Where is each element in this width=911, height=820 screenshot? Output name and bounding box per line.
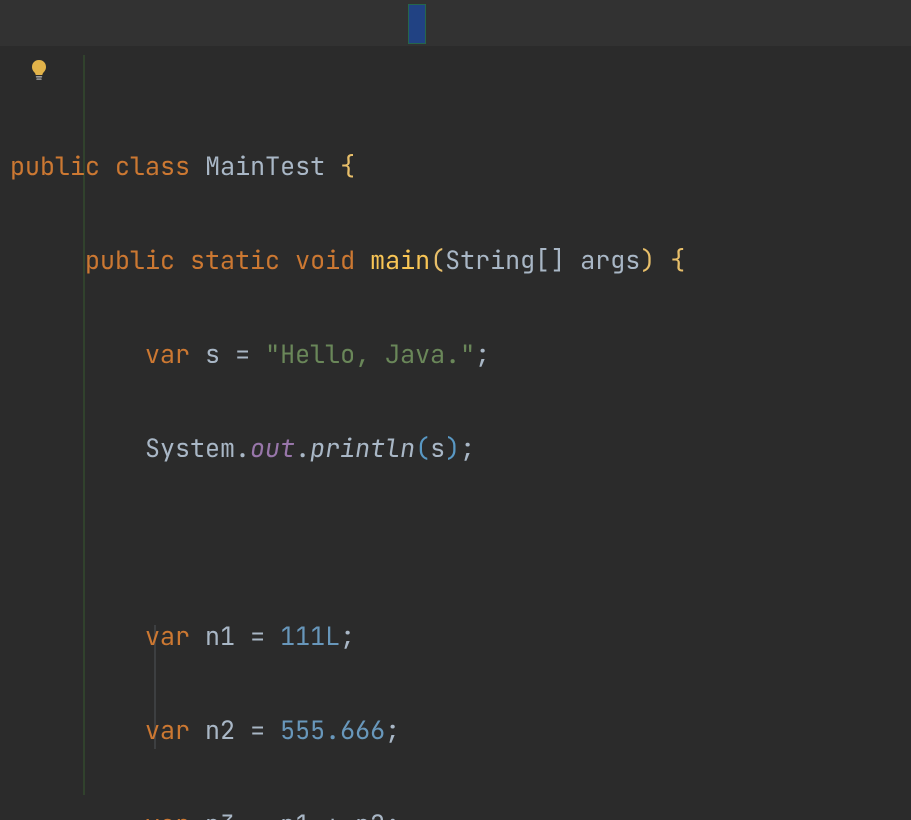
code-line-6: var n1 = 111L; (0, 613, 911, 660)
class-ref: System (145, 431, 235, 465)
code-line-5 (0, 519, 911, 566)
code-line-4: System.out.println(s); (0, 425, 911, 472)
class-name: MainTest (205, 149, 325, 183)
op: = (250, 619, 265, 653)
keyword: public (85, 243, 175, 277)
var: n1 (280, 807, 310, 820)
op: + (325, 807, 340, 820)
var: n2 (355, 807, 385, 820)
code-lines: public class MainTest { public static vo… (0, 96, 911, 820)
brackets: [] (535, 243, 565, 277)
semi: ; (340, 619, 355, 653)
var: n3 (205, 807, 235, 820)
type: String (445, 243, 535, 277)
code-line-7: var n2 = 555.666; (0, 707, 911, 754)
brace: { (670, 243, 685, 277)
brace: { (340, 149, 355, 183)
semi: ; (385, 713, 400, 747)
dot: . (295, 431, 310, 465)
code-line-2: public static void main(String[] args) { (0, 237, 911, 284)
semi: ; (475, 337, 490, 371)
method-call: println (310, 431, 415, 465)
caret-highlight (408, 4, 426, 44)
number: 555.666 (280, 713, 385, 747)
keyword: var (145, 619, 190, 653)
code-line-8: var n3 = n1 + n2; (0, 801, 911, 820)
keyword: class (115, 149, 190, 183)
keyword: static (190, 243, 280, 277)
method-name: main (370, 243, 430, 277)
keyword: var (145, 807, 190, 820)
semi: ; (460, 431, 475, 465)
keyword: var (145, 337, 190, 371)
code-line-3: var s = "Hello, Java."; (0, 331, 911, 378)
op: = (250, 713, 265, 747)
var: n2 (205, 713, 235, 747)
code-editor[interactable]: public class MainTest { public static vo… (0, 0, 911, 820)
op: = (235, 337, 250, 371)
var: n1 (205, 619, 235, 653)
lightbulb-icon[interactable] (30, 59, 48, 83)
field: out (250, 431, 295, 465)
code-line-1: public class MainTest { (0, 143, 911, 190)
param: args (580, 243, 640, 277)
semi: ; (385, 807, 400, 820)
var: s (430, 431, 445, 465)
op: = (250, 807, 265, 820)
dot: . (235, 431, 250, 465)
number: 111L (280, 619, 340, 653)
string: "Hello, Java." (265, 337, 475, 371)
keyword: var (145, 713, 190, 747)
var: s (205, 337, 220, 371)
keyword: void (295, 243, 355, 277)
keyword: public (10, 149, 100, 183)
